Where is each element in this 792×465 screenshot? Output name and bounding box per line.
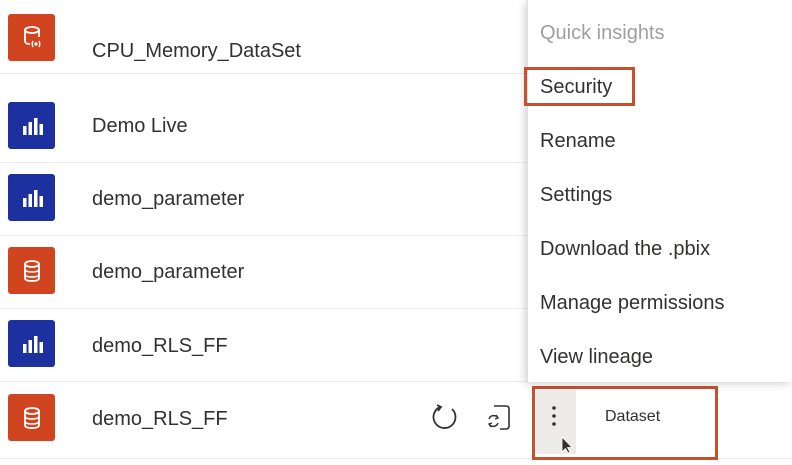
highlight-box-security: [524, 67, 635, 106]
streaming-dataset-icon: [8, 14, 55, 61]
schedule-refresh-icon[interactable]: [484, 402, 514, 437]
item-name[interactable]: demo_parameter: [92, 260, 244, 284]
menu-item-view-lineage[interactable]: View lineage: [540, 345, 653, 369]
menu-item-quick-insights[interactable]: Quick insights: [540, 21, 665, 45]
dataset-database-icon: [8, 247, 55, 294]
highlight-box-more-options: [532, 386, 718, 460]
menu-item-rename[interactable]: Rename: [540, 129, 616, 153]
menu-item-manage-permissions[interactable]: Manage permissions: [540, 291, 725, 315]
dataset-database-icon: [8, 394, 55, 441]
menu-item-download-pbix[interactable]: Download the .pbix: [540, 237, 710, 261]
report-bar-chart-icon: [8, 102, 55, 149]
item-name[interactable]: CPU_Memory_DataSet: [92, 39, 301, 63]
item-name[interactable]: Demo Live: [92, 114, 188, 138]
item-name[interactable]: demo_RLS_FF: [92, 407, 228, 431]
menu-item-settings[interactable]: Settings: [540, 183, 612, 207]
item-name[interactable]: demo_parameter: [92, 187, 244, 211]
context-menu: Quick insights Security Rename Settings …: [527, 0, 792, 382]
report-bar-chart-icon: [8, 174, 55, 221]
item-name[interactable]: demo_RLS_FF: [92, 334, 228, 358]
refresh-icon[interactable]: [430, 402, 460, 437]
report-bar-chart-icon: [8, 320, 55, 367]
